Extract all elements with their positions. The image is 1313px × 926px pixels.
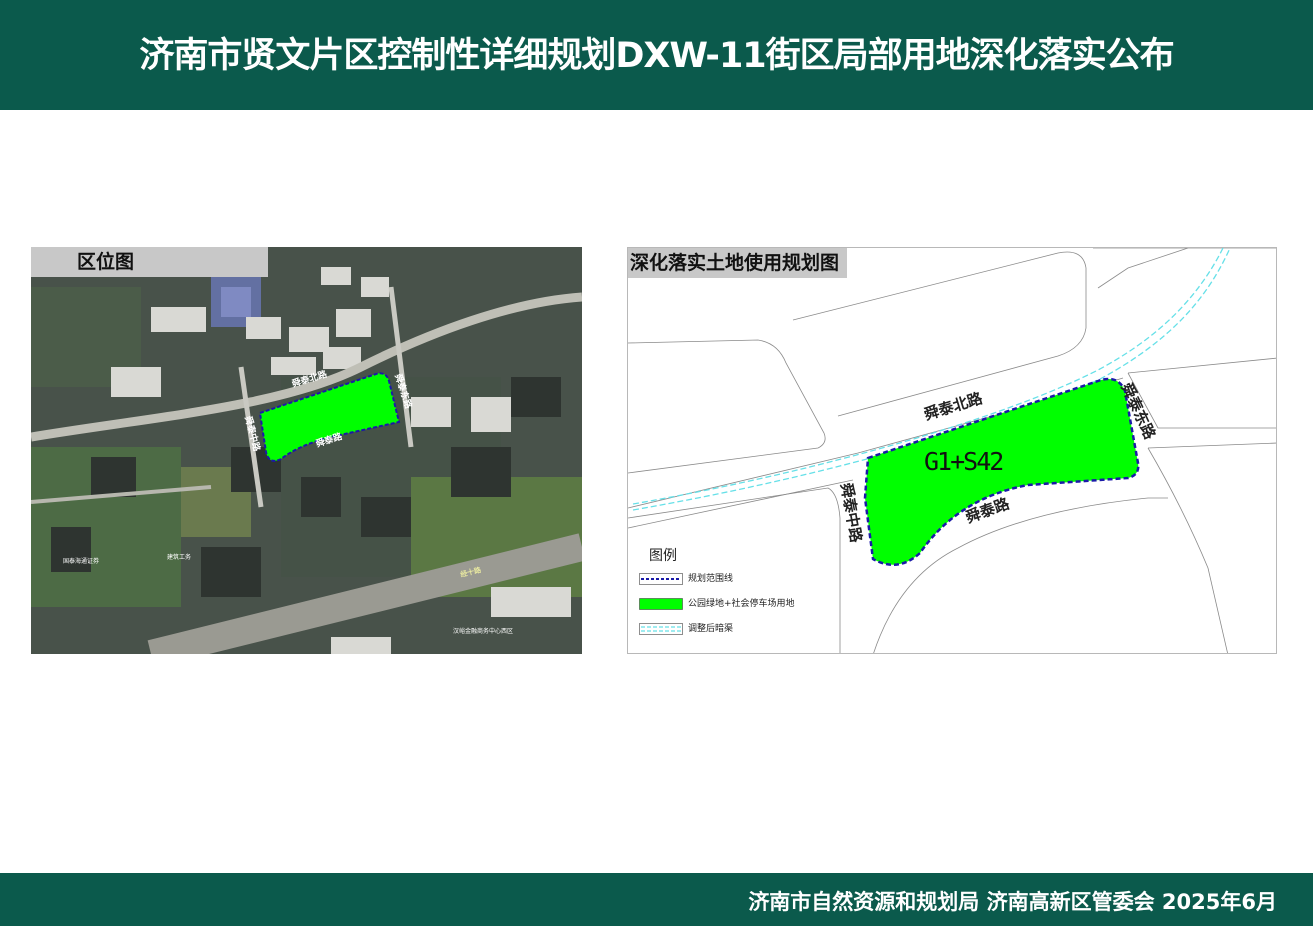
legend-title: 图例 <box>649 548 677 564</box>
blue-dashed-line-icon <box>639 573 683 585</box>
label-expressway: 经十路 <box>459 565 483 579</box>
legend-label-culvert: 调整后暗渠 <box>688 624 734 634</box>
label-poi-3: 汉峪金融商务中心西区 <box>453 627 513 635</box>
page-title: 济南市贤文片区控制性详细规划DXW-11街区局部用地深化落实公布 <box>139 36 1174 76</box>
label-road-east: 舜泰东路 <box>393 372 415 411</box>
label-poi-1: 国泰海通证券 <box>63 557 99 565</box>
plan-map-title: 深化落实土地使用规划图 <box>628 248 848 278</box>
cyan-double-dashed-line-icon <box>639 623 683 635</box>
label-road-middle: 舜泰中路 <box>243 415 263 454</box>
plan-map-drawing: 舜泰北路 舜泰东路 舜泰中路 舜泰路 G1+S42 <box>628 248 1276 653</box>
header-banner: 济南市贤文片区控制性详细规划DXW-11街区局部用地深化落实公布 <box>0 0 1313 110</box>
legend-label-green-land: 公园绿地+社会停车场用地 <box>688 599 795 609</box>
location-map-panel: 区位图 舜泰北路 舜泰东路 舜泰中路 舜泰路 国泰海通证券 建筑工务 汉峪金融商… <box>31 247 582 654</box>
footer-text: 济南市自然资源和规划局 济南高新区管委会 2025年6月 <box>748 890 1277 914</box>
road-label-middle: 舜泰中路 <box>837 482 865 545</box>
parcel-code: G1+S42 <box>924 447 1002 476</box>
road-label-north: 舜泰北路 <box>922 389 986 424</box>
location-map-labels: 舜泰北路 舜泰东路 舜泰中路 舜泰路 国泰海通证券 建筑工务 汉峪金融商务中心西… <box>63 368 513 635</box>
label-poi-2: 建筑工务 <box>167 553 191 561</box>
footer-banner: 济南市自然资源和规划局 济南高新区管委会 2025年6月 <box>0 873 1313 926</box>
green-fill-icon <box>639 598 683 610</box>
plan-map-panel: 舜泰北路 舜泰东路 舜泰中路 舜泰路 G1+S42 深化落实土地使用规划图 图例… <box>627 247 1277 654</box>
label-road-north: 舜泰北路 <box>290 368 329 389</box>
legend-label-boundary: 规划范围线 <box>688 574 734 584</box>
label-road-south: 舜泰路 <box>314 430 344 449</box>
